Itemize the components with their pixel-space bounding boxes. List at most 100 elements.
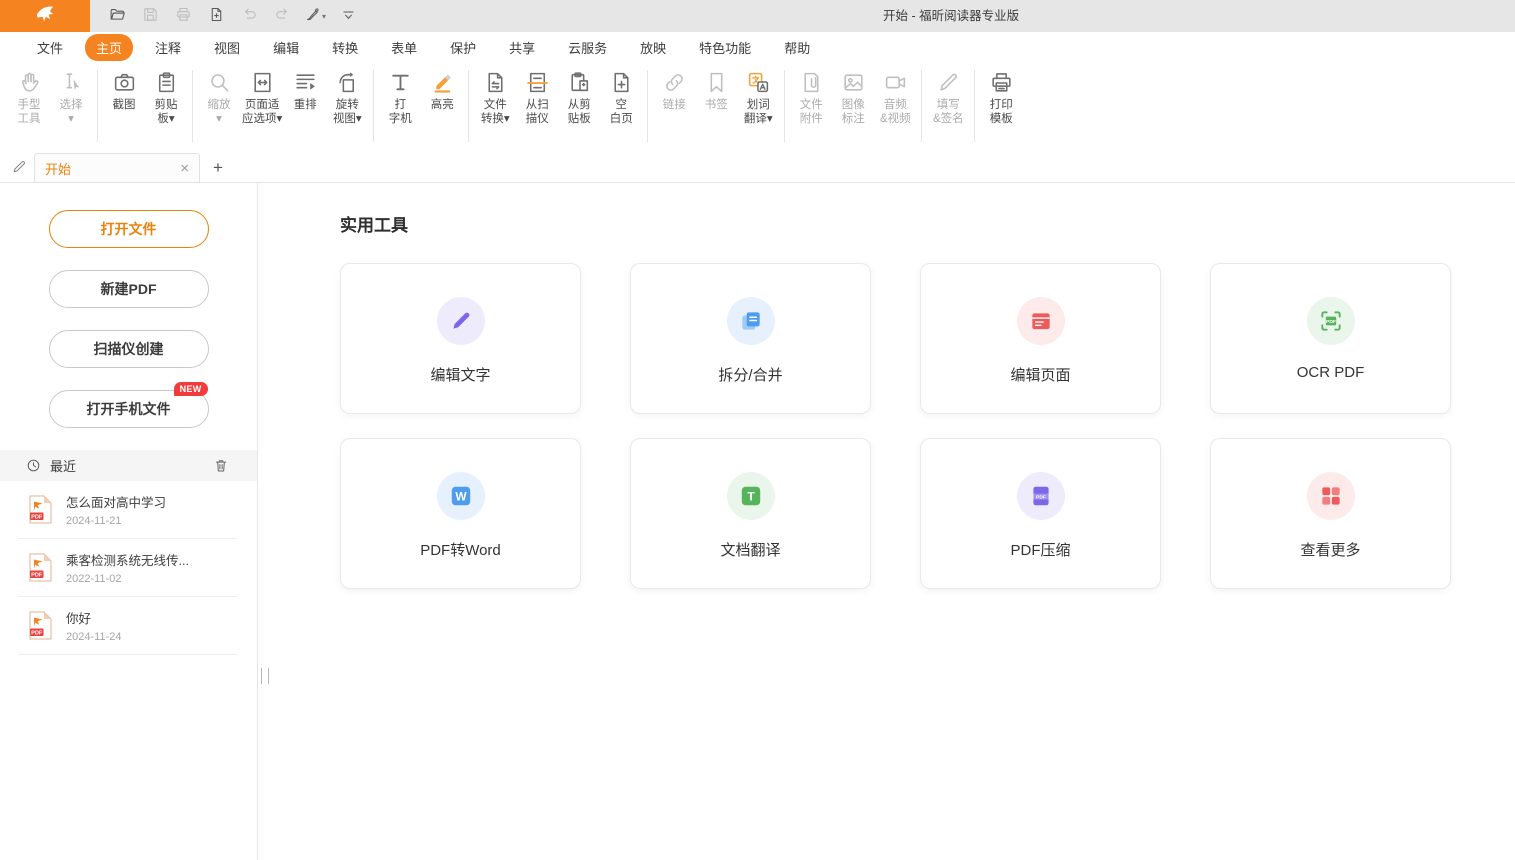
menu-cloud[interactable]: 云服务 — [557, 34, 618, 61]
ribbon-fill-sign-button[interactable]: 填写 &签名 — [927, 69, 969, 127]
ribbon-link-button[interactable]: 链接 — [653, 69, 695, 113]
redo-icon — [274, 6, 291, 26]
ribbon-snapshot-button[interactable]: 截图 — [103, 69, 145, 113]
tool-card-doc-translate[interactable]: T 文档翻译 — [630, 438, 871, 589]
ribbon-fit-page-button[interactable]: 页面适 应选项▾ — [240, 69, 284, 127]
split-merge-icon — [738, 308, 764, 334]
ribbon-label: 链接 — [663, 98, 686, 112]
recent-file-item[interactable]: PDF 怎么面对高中学习 2024-11-21 — [18, 481, 237, 539]
menu-help[interactable]: 帮助 — [773, 34, 821, 61]
foxit-logo-icon — [34, 3, 56, 30]
menu-features[interactable]: 特色功能 — [688, 34, 762, 61]
ribbon-label: 高亮 — [431, 98, 454, 112]
edit-pencil-icon[interactable] — [11, 158, 28, 175]
menu-comment[interactable]: 注释 — [144, 34, 192, 61]
ribbon-print-template-button[interactable]: 打印 模板 — [980, 69, 1022, 127]
page-title: 实用工具 — [340, 211, 1515, 236]
ribbon-from-scanner-button[interactable]: 从扫 描仪 — [516, 69, 558, 127]
tool-card-split-merge[interactable]: 拆分/合并 — [630, 263, 871, 414]
ribbon-label: 填写 &签名 — [933, 98, 964, 126]
recent-file-date: 2022-11-02 — [66, 573, 189, 585]
more-grid-icon — [1318, 483, 1344, 509]
ribbon-group-tools: 手型 工具 选择 ▾ — [8, 69, 92, 127]
app-logo[interactable] — [0, 0, 90, 32]
recent-file-name: 乘客检测系统无线传... — [66, 550, 189, 569]
tool-card-pdf-compress[interactable]: PDF PDF压缩 — [920, 438, 1161, 589]
redo-button[interactable] — [269, 4, 295, 28]
menu-present[interactable]: 放映 — [629, 34, 677, 61]
create-pdf-button[interactable]: 新建PDF — [49, 270, 209, 308]
ribbon-label: 文件 附件 — [800, 98, 823, 126]
pen-icon — [936, 70, 961, 95]
clear-recent-button[interactable] — [213, 457, 229, 474]
menu-protect[interactable]: 保护 — [439, 34, 487, 61]
menu-view[interactable]: 视图 — [203, 34, 251, 61]
ribbon-label: 音频 &视频 — [880, 98, 911, 126]
ribbon-group-insert: 链接 书签 划词 翻译▾ — [653, 69, 779, 127]
tab-close-icon[interactable]: × — [180, 161, 189, 176]
menu-share[interactable]: 共享 — [498, 34, 546, 61]
menu-edit[interactable]: 编辑 — [262, 34, 310, 61]
ribbon-attachment-button[interactable]: 文件 附件 — [790, 69, 832, 127]
window-title: 开始 - 福昕阅读器专业版 — [883, 0, 1019, 32]
ribbon-label: 手型 工具 — [18, 98, 41, 126]
sidebar-resize-handle[interactable] — [261, 668, 269, 684]
tool-icon-circle — [437, 297, 485, 345]
share-button[interactable] — [203, 4, 229, 28]
main-content: 实用工具 编辑文字 拆分/合并 编辑页面 PDF OCR PDF — [258, 183, 1515, 860]
ribbon-clipboard-button[interactable]: 剪贴 板▾ — [145, 69, 187, 127]
menu-convert[interactable]: 转换 — [321, 34, 369, 61]
ribbon: 手型 工具 选择 ▾ 截图 剪贴 板▾ 缩放 ▾ 页面适 应选项▾ 重排 旋转 … — [0, 62, 1515, 150]
reflow-icon — [293, 70, 318, 95]
menu-file[interactable]: 文件 — [26, 34, 74, 61]
ribbon-bookmark-button[interactable]: 书签 — [695, 69, 737, 113]
titlebar: ▾ 开始 - 福昕阅读器专业版 — [0, 0, 1515, 32]
menu-form[interactable]: 表单 — [380, 34, 428, 61]
open-mobile-file-button[interactable]: 打开手机文件 NEW — [49, 390, 209, 428]
create-from-scanner-button[interactable]: 扫描仪创建 — [49, 330, 209, 368]
ribbon-audio-video-button[interactable]: 音频 &视频 — [874, 69, 916, 127]
ribbon-from-clipboard-button[interactable]: 从剪 贴板 — [558, 69, 600, 127]
new-badge: NEW — [174, 382, 208, 396]
word-icon: W — [448, 483, 474, 509]
tool-card-edit-pages[interactable]: 编辑页面 — [920, 263, 1161, 414]
ribbon-label: 打印 模板 — [990, 98, 1013, 126]
ribbon-select-button[interactable]: 选择 ▾ — [50, 69, 92, 127]
ribbon-typewriter-button[interactable]: 打 字机 — [379, 69, 421, 127]
new-tab-button[interactable]: + — [213, 159, 223, 176]
ribbon-zoom-button[interactable]: 缩放 ▾ — [198, 69, 240, 127]
ribbon-hand-tool-button[interactable]: 手型 工具 — [8, 69, 50, 127]
tool-card-label: 文档翻译 — [720, 539, 780, 560]
ribbon-rotate-view-button[interactable]: 旋转 视图▾ — [326, 69, 368, 127]
recent-file-item[interactable]: PDF 你好 2024-11-24 — [18, 597, 237, 655]
tool-card-edit-text[interactable]: 编辑文字 — [340, 263, 581, 414]
open-folder-button[interactable] — [104, 4, 130, 28]
hand-brush-dropdown-button[interactable]: ▾ — [302, 4, 328, 28]
recent-file-item[interactable]: PDF 乘客检测系统无线传... 2022-11-02 — [18, 539, 237, 597]
translate-icon — [746, 70, 771, 95]
ribbon-reflow-button[interactable]: 重排 — [284, 69, 326, 113]
open-file-button[interactable]: 打开文件 — [49, 210, 209, 248]
ribbon-convert-button[interactable]: 文件 转换▾ — [474, 69, 516, 127]
ribbon-highlight-button[interactable]: 高亮 — [421, 69, 463, 113]
recent-title: 最近 — [50, 456, 213, 475]
menu-home[interactable]: 主页 — [85, 34, 133, 61]
highlighter-icon — [430, 70, 455, 95]
svg-text:PDF: PDF — [1036, 494, 1046, 500]
tool-card-see-more[interactable]: 查看更多 — [1210, 438, 1451, 589]
ribbon-translate-button[interactable]: 划词 翻译▾ — [737, 69, 779, 127]
tab-start[interactable]: 开始 × — [34, 153, 200, 182]
menubar: 文件 主页 注释 视图 编辑 转换 表单 保护 共享 云服务 放映 特色功能 帮… — [0, 32, 1515, 62]
print-icon — [175, 6, 192, 26]
select-cursor-icon — [59, 70, 84, 95]
ribbon-image-annotation-button[interactable]: 图像 标注 — [832, 69, 874, 127]
save-button[interactable] — [137, 4, 163, 28]
ribbon-blank-page-button[interactable]: 空 白页 — [600, 69, 642, 127]
customize-toolbar-button[interactable] — [335, 4, 361, 28]
workspace: 打开文件 新建PDF 扫描仪创建 打开手机文件 NEW 最近 PDF 怎么面对高… — [0, 183, 1515, 860]
tool-card-pdf-to-word[interactable]: W PDF转Word — [340, 438, 581, 589]
edit-text-icon — [448, 308, 474, 334]
print-button[interactable] — [170, 4, 196, 28]
tool-card-ocr-pdf[interactable]: PDF OCR PDF — [1210, 263, 1451, 414]
undo-button[interactable] — [236, 4, 262, 28]
